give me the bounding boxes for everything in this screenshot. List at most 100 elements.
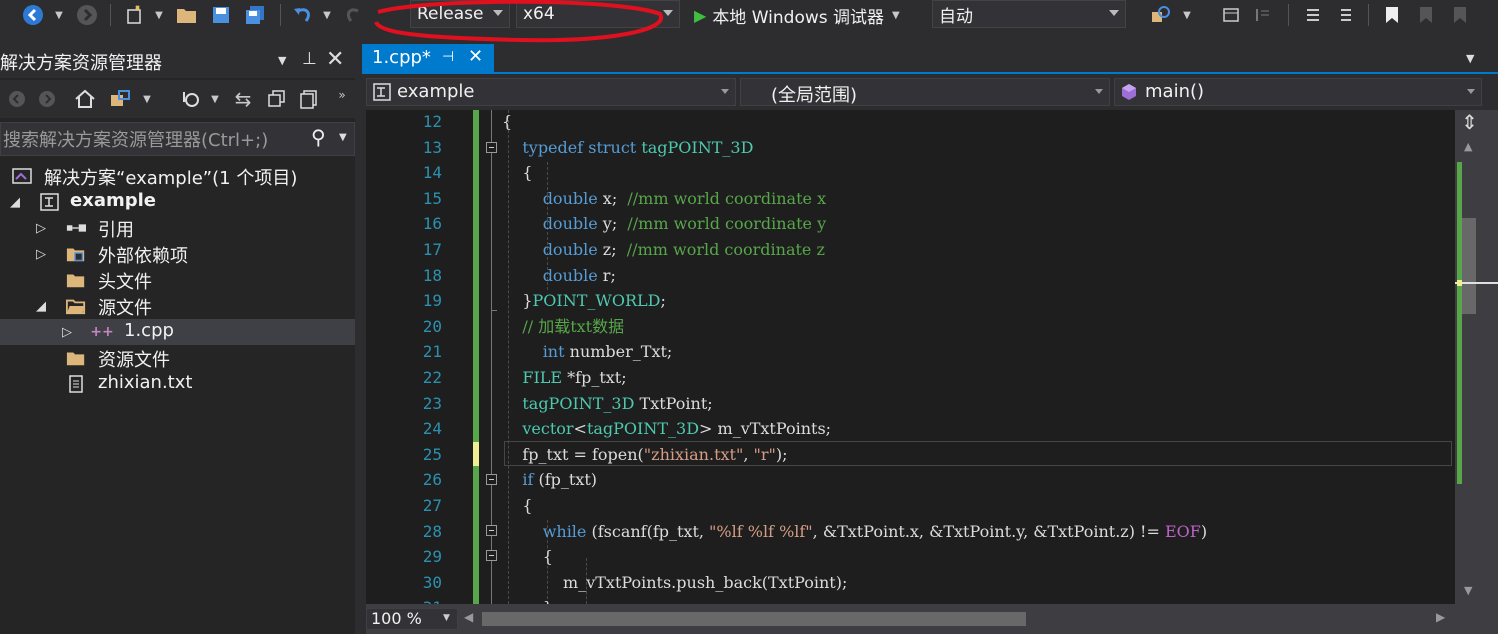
folder-open-icon — [66, 297, 86, 315]
pending-changes-icon[interactable] — [176, 84, 204, 114]
tab-1cpp[interactable]: 1.cpp* ⊣ ✕ — [362, 44, 494, 74]
split-window-icon[interactable]: ⇕ — [1461, 110, 1478, 134]
collapsed-arrow-icon[interactable]: ▷ — [60, 325, 74, 340]
vertical-scrollbar[interactable]: ⇕ ▲ ▼ — [1455, 110, 1498, 604]
main-toolbar: ▼ ▼ ▼ Release x64 ▶ 本地 Windows 调试器 ▼ 自动 — [0, 0, 1498, 43]
expanded-arrow-icon[interactable]: ◢ — [8, 195, 22, 210]
tree-item-solution[interactable]: 解决方案“example”(1 个项目) — [0, 163, 355, 189]
code-line: } — [502, 595, 553, 604]
back-dropdown-icon[interactable]: ▼ — [52, 0, 66, 30]
scroll-left-arrow-icon[interactable]: ◀ — [464, 610, 473, 624]
panel-menu-dropdown-icon[interactable]: ▼ — [278, 54, 286, 67]
tree-item-txt-file[interactable]: zhixian.txt — [0, 371, 355, 397]
back-icon[interactable] — [16, 0, 50, 30]
tree-item-sources[interactable]: ◢ 源文件 — [0, 293, 355, 319]
collapsed-arrow-icon[interactable]: ▷ — [34, 221, 48, 236]
code-line: { — [502, 547, 553, 567]
save-icon[interactable] — [206, 0, 236, 30]
tree-item-label: 头文件 — [98, 272, 152, 293]
line-number: 22 — [422, 368, 442, 387]
line-number: 14 — [422, 163, 442, 183]
bookmark-icon[interactable] — [1378, 0, 1406, 30]
show-all-files-icon[interactable] — [296, 84, 322, 114]
switch-views-dropdown-icon[interactable]: ▼ — [140, 84, 154, 114]
redo-icon[interactable] — [340, 0, 368, 30]
next-bookmark-icon[interactable] — [1446, 0, 1474, 30]
forward-icon[interactable] — [72, 0, 102, 30]
line-number: 26 — [422, 470, 442, 490]
new-dropdown-icon[interactable]: ▼ — [152, 0, 166, 30]
comment-lines-icon[interactable] — [1298, 0, 1328, 30]
search-icon[interactable]: ⚲ — [311, 125, 326, 149]
pin-icon[interactable]: ⊥ — [302, 49, 317, 69]
tree-item-headers[interactable]: 头文件 — [0, 267, 355, 293]
code-line: double z; //mm world coordinate z — [542, 240, 825, 259]
collapsed-arrow-icon[interactable]: ▷ — [34, 247, 48, 262]
tree-item-resources[interactable]: 资源文件 — [0, 345, 355, 371]
expanded-arrow-icon[interactable]: ◢ — [34, 299, 48, 314]
new-project-icon[interactable] — [120, 0, 150, 30]
project-scope-dropdown[interactable]: example — [366, 78, 736, 106]
pending-dropdown-icon[interactable]: ▼ — [208, 84, 222, 114]
cpp-file-icon: ++ — [90, 324, 114, 340]
solution-explorer-toolbar: ▼ ▼ ⇆ » — [0, 80, 355, 118]
code-line: typedef struct tagPOINT_3D — [522, 137, 754, 157]
code-editor[interactable]: 12 13 14 15 16 17 18 19 20 21 22 23 24 25 26 27 28 29 30 31… — [366, 110, 1455, 604]
chevron-down-icon: ▼ — [892, 9, 900, 21]
uncomment-lines-icon[interactable] — [1330, 0, 1360, 30]
scroll-down-arrow-icon[interactable]: ▼ — [1464, 584, 1472, 597]
chevron-down-icon — [1109, 10, 1119, 16]
find-icon[interactable] — [1146, 0, 1176, 30]
line-number: 28 — [422, 521, 442, 541]
forward-icon[interactable] — [36, 84, 58, 114]
collapse-block-icon[interactable] — [486, 474, 497, 485]
undo-icon[interactable] — [288, 0, 318, 30]
close-panel-icon[interactable]: ✕ — [326, 47, 344, 72]
member-dropdown[interactable]: main() — [1114, 78, 1482, 106]
solution-config-dropdown[interactable]: 自动 — [932, 0, 1126, 28]
collapse-block-icon[interactable] — [486, 142, 497, 153]
save-all-icon[interactable] — [240, 0, 270, 30]
nav-project-label: example — [397, 81, 475, 102]
scrollbar-thumb[interactable] — [1462, 218, 1476, 314]
start-debugging-button[interactable]: ▶ 本地 Windows 调试器 ▼ — [694, 0, 926, 30]
zoom-dropdown[interactable]: 100 % ▼ — [366, 608, 458, 630]
collapse-block-icon[interactable] — [486, 525, 497, 536]
window-layout-icon[interactable] — [1216, 0, 1246, 30]
scroll-right-arrow-icon[interactable]: ▶ — [1436, 610, 1445, 624]
close-tab-icon[interactable]: ✕ — [468, 46, 483, 67]
back-icon[interactable] — [6, 84, 28, 114]
line-number: 29 — [422, 547, 442, 567]
tree-item-external-deps[interactable]: ▷ 外部依赖项 — [0, 241, 355, 267]
line-number: 12 — [422, 112, 442, 131]
overflow-icon[interactable]: » — [334, 80, 350, 110]
horizontal-scrollbar-thumb[interactable] — [482, 612, 1026, 626]
tree-item-label: 1.cpp — [124, 320, 174, 341]
solution-search-input[interactable]: 搜索解决方案资源管理器(Ctrl+;) ⚲ ▼ — [0, 122, 355, 156]
line-number: 20 — [422, 316, 442, 336]
scroll-up-arrow-icon[interactable]: ▲ — [1464, 140, 1472, 153]
unsaved-change-marker — [473, 442, 479, 466]
prev-bookmark-icon[interactable] — [1412, 0, 1440, 30]
switch-views-icon[interactable] — [106, 84, 134, 114]
tree-item-cpp-file[interactable]: ▷ ++ 1.cpp — [0, 319, 355, 345]
global-scope-dropdown[interactable]: (全局范围) — [740, 78, 1110, 106]
toolbar-separator — [1288, 4, 1289, 26]
code-line: m_vTxtPoints.push_back(TxtPoint); — [502, 572, 848, 592]
toolbar-separator — [280, 4, 281, 26]
tab-overflow-dropdown-icon[interactable]: ▼ — [1466, 52, 1474, 65]
search-options-dropdown-icon[interactable]: ▼ — [339, 132, 347, 143]
undo-dropdown-icon[interactable]: ▼ — [320, 0, 334, 30]
collapse-all-icon[interactable] — [264, 84, 290, 114]
debugger-label: 本地 Windows 调试器 — [712, 7, 885, 28]
sync-icon[interactable]: ⇆ — [230, 84, 256, 114]
home-icon[interactable] — [72, 84, 98, 114]
find-dropdown-icon[interactable]: ▼ — [1180, 0, 1194, 30]
outline-icon[interactable] — [1248, 0, 1278, 30]
collapse-block-icon[interactable] — [486, 550, 497, 561]
tree-item-references[interactable]: ▷ 引用 — [0, 215, 355, 241]
pin-tab-icon[interactable]: ⊣ — [442, 49, 454, 65]
solution-explorer-title: 解决方案资源管理器 — [0, 53, 162, 74]
open-file-icon[interactable] — [172, 0, 202, 30]
tree-item-project[interactable]: ◢ example — [0, 189, 355, 215]
